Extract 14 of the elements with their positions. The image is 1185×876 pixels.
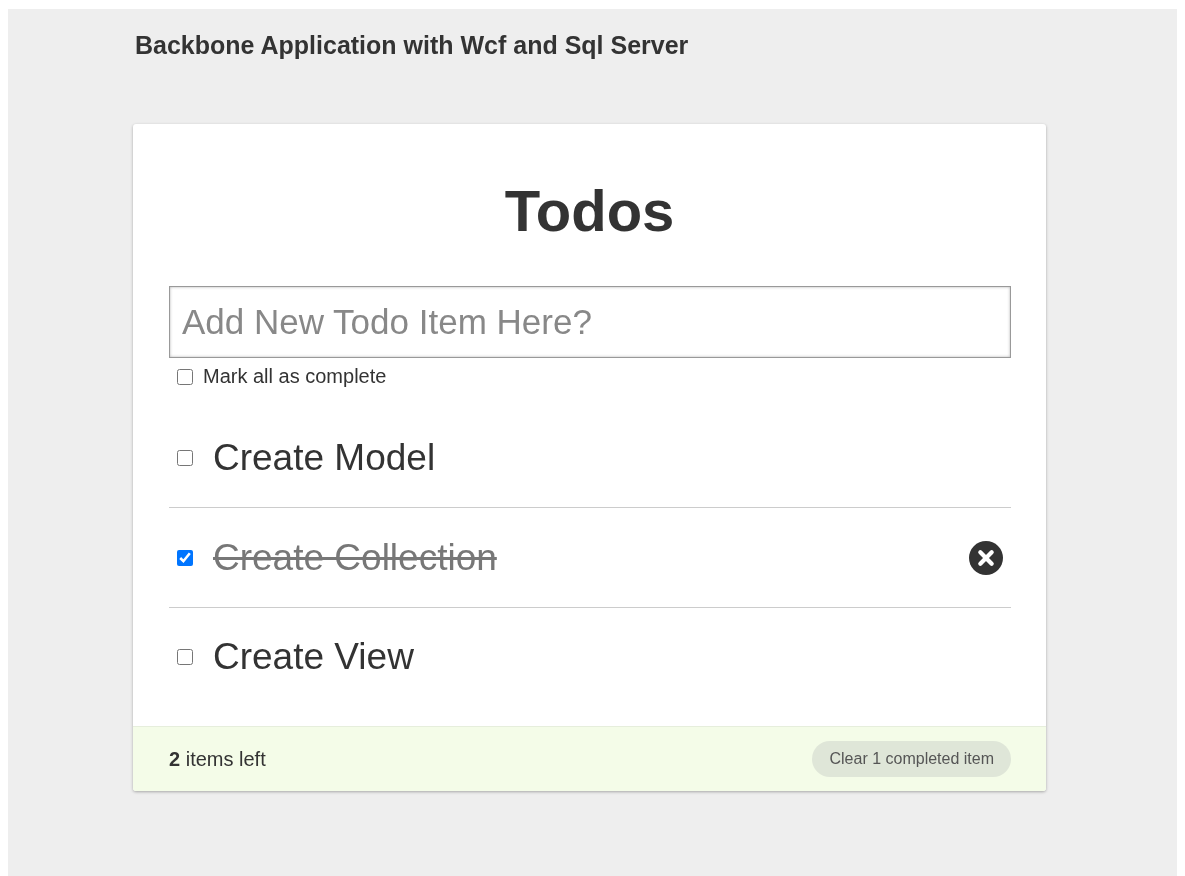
todo-text: Create Collection bbox=[213, 536, 498, 579]
delete-icon[interactable] bbox=[969, 540, 1003, 575]
todo-text: Create Model bbox=[213, 436, 437, 479]
checkbox[interactable] bbox=[177, 549, 193, 566]
page-heading: Backbone Application with Wcf and Sql Server bbox=[135, 31, 690, 60]
checkbox[interactable] bbox=[177, 368, 193, 385]
clear-completed-button[interactable]: Clear 1 completed item bbox=[812, 741, 1011, 777]
app-title: Todos bbox=[503, 182, 676, 240]
todo-text: Create View bbox=[213, 636, 415, 678]
checkbox[interactable] bbox=[177, 649, 193, 665]
checkbox-label: Mark all as complete bbox=[203, 365, 387, 388]
items-left-count: 2 items left bbox=[169, 747, 266, 771]
checkbox[interactable] bbox=[177, 449, 193, 466]
input-field[interactable]: Add New Todo Item Here? bbox=[169, 286, 1011, 358]
